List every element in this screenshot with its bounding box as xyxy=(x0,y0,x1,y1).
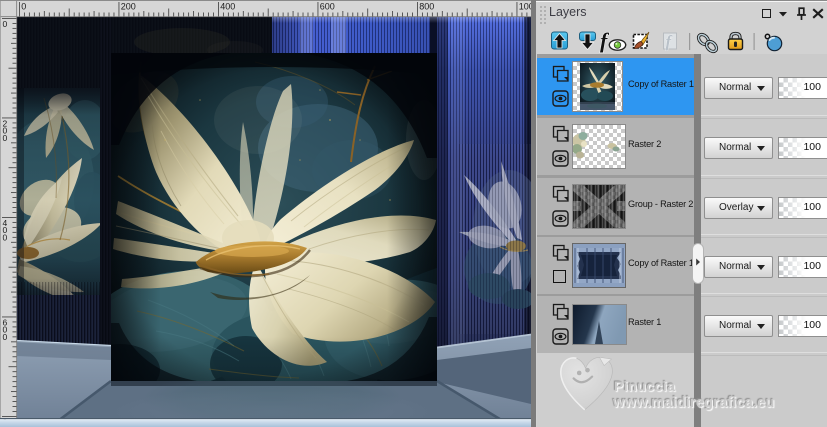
svg-text:400: 400 xyxy=(220,2,235,12)
svg-text:600: 600 xyxy=(320,2,335,12)
svg-text:200: 200 xyxy=(3,119,8,143)
svg-text:200: 200 xyxy=(121,2,136,12)
svg-text:600: 600 xyxy=(3,318,8,342)
svg-text:400: 400 xyxy=(3,218,8,242)
svg-text:f: f xyxy=(600,28,610,53)
svg-text:0: 0 xyxy=(21,2,26,12)
svg-text:800: 800 xyxy=(419,2,434,12)
svg-text:0: 0 xyxy=(3,19,8,29)
